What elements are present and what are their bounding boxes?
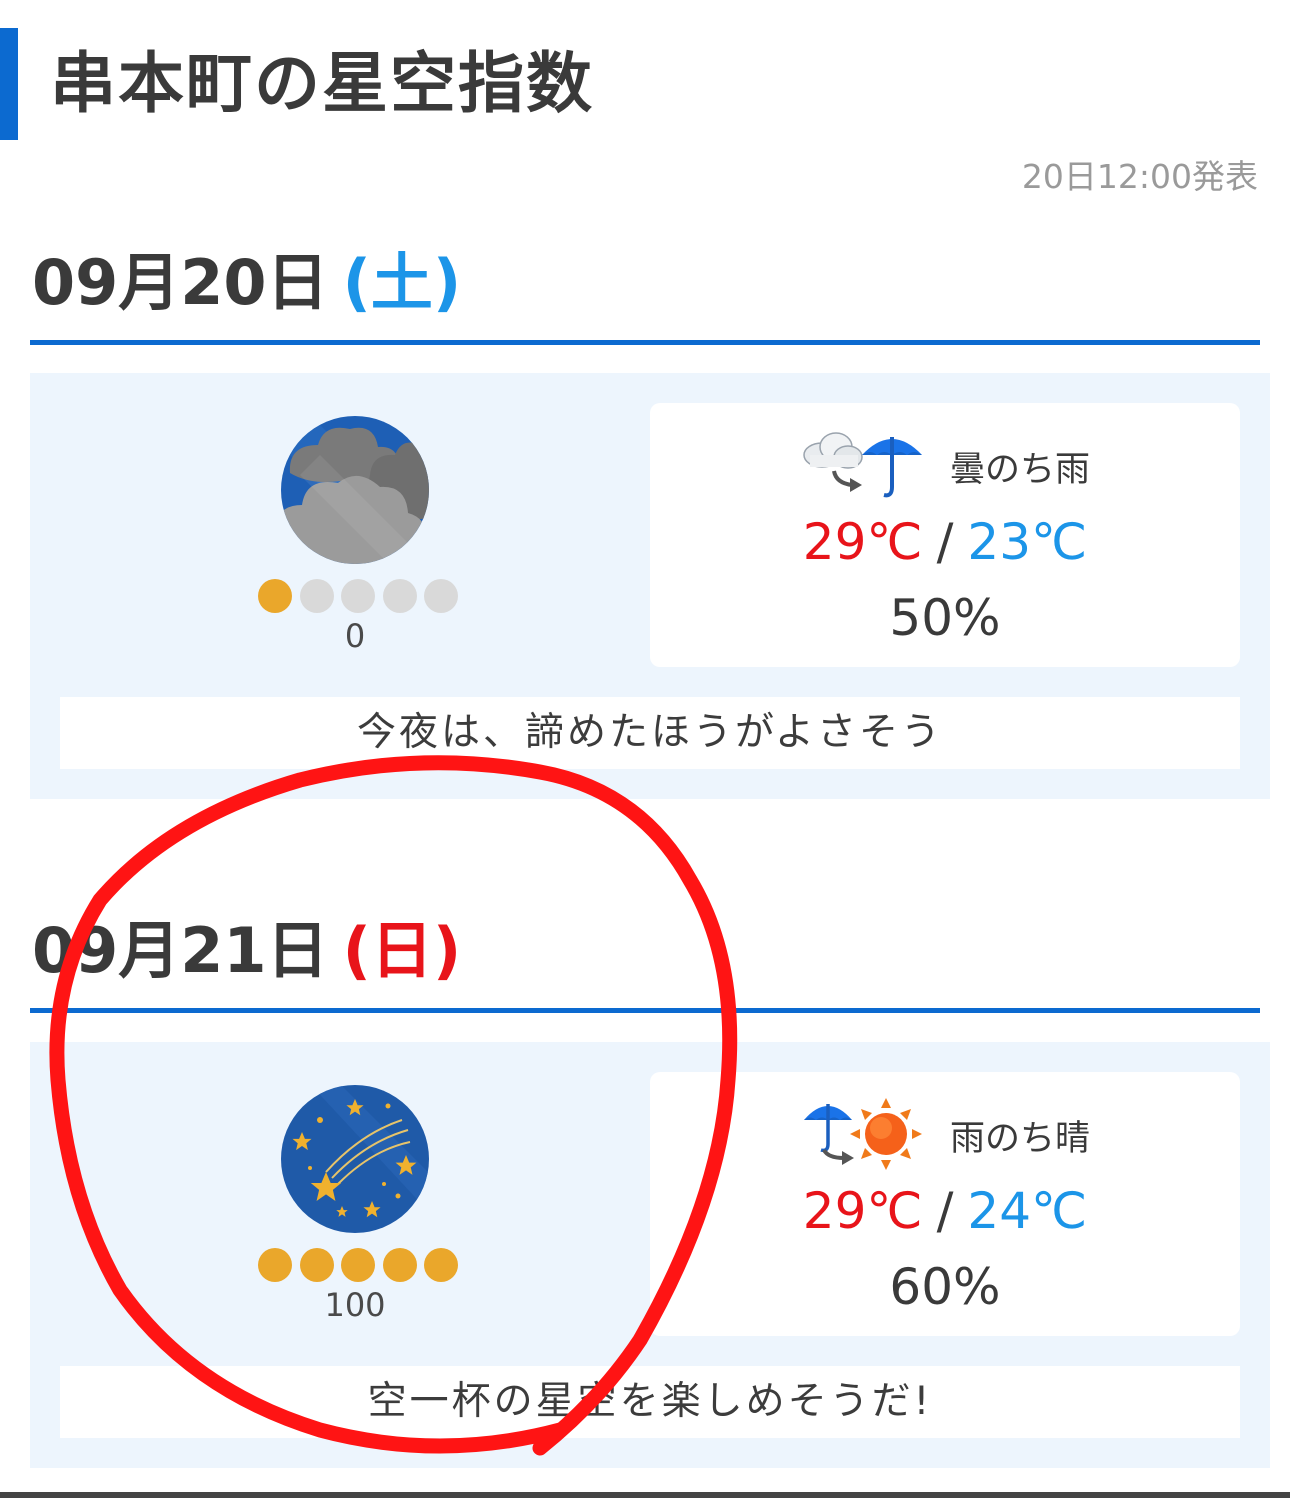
star-index-score: 0 xyxy=(344,617,366,655)
title-accent-bar xyxy=(0,28,18,140)
temp-separator: / xyxy=(936,1182,954,1240)
date-heading-day1: 09月20日 (土) xyxy=(30,240,1260,345)
index-dot-filled xyxy=(341,1248,375,1282)
index-dot-filled xyxy=(299,1248,334,1282)
cloudy-then-rain-icon xyxy=(803,432,922,498)
date-label: 09月20日 (土) xyxy=(32,248,461,318)
temp-high: 29℃ xyxy=(802,1182,923,1240)
index-dot-empty xyxy=(341,579,375,613)
day-of-week-saturday: (土) xyxy=(342,246,462,319)
weather-forecast-box: 曇のち雨 29℃/23℃ 50% xyxy=(650,403,1240,667)
temp-high: 29℃ xyxy=(802,513,923,571)
star-index-dots xyxy=(258,579,458,615)
weather-description: 曇のち雨 xyxy=(950,450,1091,490)
date-text: 09月20日 xyxy=(32,246,329,319)
temp-separator: / xyxy=(936,513,954,571)
temp-low: 24℃ xyxy=(967,1182,1088,1240)
day-of-week-sunday: (日) xyxy=(342,914,462,987)
temperature-row: 29℃/23℃ xyxy=(650,513,1240,571)
index-dot-empty xyxy=(382,579,417,613)
cloudy-sky-icon xyxy=(281,416,429,564)
date-label: 09月21日 (日) xyxy=(32,916,461,986)
date-text: 09月21日 xyxy=(32,914,329,987)
published-time: 20日12:00発表 xyxy=(1021,157,1258,196)
index-dot-filled xyxy=(258,1248,292,1282)
bottom-divider xyxy=(0,1492,1290,1498)
date-heading-day2: 09月21日 (日) xyxy=(30,908,1260,1013)
weather-forecast-box: 雨のち晴 29℃/24℃ 60% xyxy=(650,1072,1240,1336)
star-index-comment: 今夜は、諦めたほうがよさそう xyxy=(60,697,1240,769)
star-index-comment: 空一杯の星空を楽しめそうだ! xyxy=(60,1366,1240,1438)
star-index-dots xyxy=(258,1248,458,1284)
index-dot-empty xyxy=(299,579,334,613)
star-index-score: 100 xyxy=(324,1286,386,1324)
index-dot-filled xyxy=(382,1248,417,1282)
index-dot-filled xyxy=(258,579,292,613)
precipitation-probability: 50% xyxy=(889,589,1001,647)
starry-sky-icon xyxy=(281,1085,429,1233)
star-index-area: 0 xyxy=(30,373,650,673)
rain-then-sunny-icon xyxy=(804,1098,922,1170)
precipitation-probability: 60% xyxy=(889,1258,1001,1316)
day-card-0920: 0 曇のち雨 29℃/23℃ 50% 今夜は、諦めたほうがよさそう xyxy=(30,373,1270,799)
page-title: 串本町の星空指数 xyxy=(50,45,594,122)
temperature-row: 29℃/24℃ xyxy=(650,1182,1240,1240)
index-dot-filled xyxy=(424,1248,458,1282)
index-dot-empty xyxy=(424,579,458,613)
day-card-0921: 100 雨のち晴 29℃ / 24℃ 60% 空一杯の星空を楽しめそうだ! xyxy=(30,1042,1270,1468)
star-index-area: 100 xyxy=(30,1042,650,1342)
weather-description: 雨のち晴 xyxy=(950,1119,1091,1159)
temp-low: 23℃ xyxy=(967,513,1088,571)
